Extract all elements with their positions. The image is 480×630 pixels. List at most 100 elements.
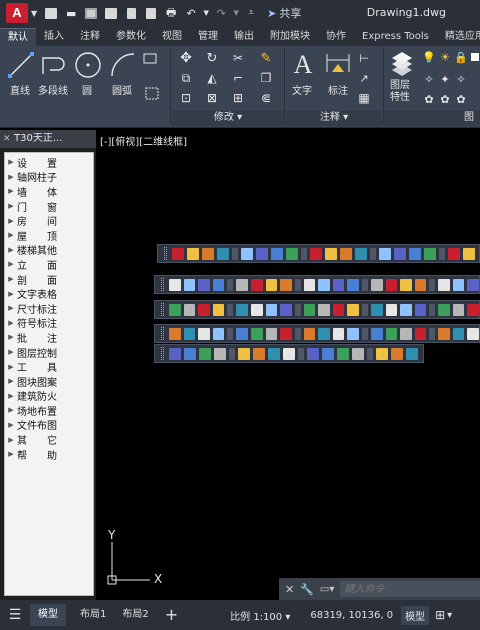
toolbar-tool-icon[interactable]	[400, 303, 412, 316]
modify-panel-bar[interactable]: 修改 ▾	[172, 110, 284, 126]
palette-menu-item[interactable]: ▶ 工 具	[5, 359, 93, 375]
layer-isolate-icon[interactable]: ✧	[422, 72, 436, 86]
toolbar-tool-icon[interactable]	[283, 347, 295, 360]
offset-icon[interactable]: ⋐	[258, 90, 274, 106]
layer-match-icon[interactable]: ✦	[438, 72, 452, 86]
dimension-tool-icon[interactable]	[324, 50, 352, 80]
toolbar-tool-icon[interactable]	[236, 327, 248, 340]
toolbar-tool-icon[interactable]	[362, 327, 368, 340]
toolbar-tool-icon[interactable]	[214, 347, 226, 360]
toolbar-tool-icon[interactable]	[241, 247, 253, 260]
copy-icon[interactable]: ⧉	[178, 70, 194, 86]
toolbar-tool-icon[interactable]	[183, 327, 196, 340]
toolbar-tool-icon[interactable]	[424, 247, 436, 260]
move-icon[interactable]: ✥	[178, 50, 194, 66]
toolbar-tool-icon[interactable]	[184, 347, 196, 360]
tab-model[interactable]: 模型	[30, 604, 66, 626]
palette-menu-item[interactable]: ▶ 图层控制	[5, 345, 93, 360]
toolbar-tool-icon[interactable]	[183, 278, 196, 291]
erase-icon[interactable]: ✎	[258, 50, 274, 66]
toolbar-tool-icon[interactable]	[227, 278, 234, 291]
toolbar-tool-icon[interactable]	[325, 247, 337, 260]
palette-menu-item[interactable]: ▶ 楼梯其他	[5, 243, 93, 258]
customize-wrench-icon[interactable]: 🔧	[300, 583, 314, 596]
palette-close-icon[interactable]: ✕	[3, 130, 11, 148]
toolbar-tool-icon[interactable]	[352, 347, 364, 360]
toolbar-tool-icon[interactable]	[183, 303, 196, 316]
tab-output[interactable]: 输出	[226, 28, 262, 46]
toolbar-tool-icon[interactable]	[347, 327, 360, 340]
toolbar-tool-icon[interactable]	[280, 327, 292, 340]
toolbar-tool-icon[interactable]	[448, 247, 460, 260]
undo-icon[interactable]: ↶	[183, 6, 199, 20]
toolbar-tool-icon[interactable]	[362, 303, 368, 316]
toolbar-tool-icon[interactable]	[212, 327, 225, 340]
toolbar-tool-icon[interactable]	[340, 247, 352, 260]
layer-lock-icon[interactable]: 🔒	[454, 50, 468, 64]
floating-toolbar-1[interactable]	[157, 244, 480, 263]
polyline-tool-icon[interactable]	[40, 50, 70, 80]
toolbar-tool-icon[interactable]	[265, 327, 278, 340]
tab-featured-apps[interactable]: 精选应用	[437, 28, 480, 46]
table-icon[interactable]: ▦	[356, 90, 372, 106]
redo-icon[interactable]: ↷	[213, 6, 229, 20]
toolbar-tool-icon[interactable]	[250, 278, 263, 291]
palette-menu-item[interactable]: ▶ 建筑防火	[5, 389, 93, 404]
palette-menu-item[interactable]: ▶ 文件布图	[5, 418, 93, 433]
palette-menu-item[interactable]: ▶ 屋 顶	[5, 228, 93, 243]
toolbar-tool-icon[interactable]	[301, 247, 307, 260]
palette-menu-item[interactable]: ▶ 符号标注	[5, 316, 93, 331]
tab-layout2[interactable]: 布局2	[114, 604, 156, 626]
toolbar-tool-icon[interactable]	[310, 247, 322, 260]
share-button[interactable]: ➤ 共享	[267, 5, 301, 21]
layer-merge-icon[interactable]: ✿	[454, 92, 468, 106]
toolbar-tool-icon[interactable]	[318, 278, 330, 291]
toolbar-grip[interactable]	[164, 247, 167, 260]
toolbar-tool-icon[interactable]	[332, 278, 345, 291]
text-tool-icon[interactable]: A	[290, 50, 316, 80]
toolbar-tool-icon[interactable]	[199, 347, 211, 360]
toolbar-tool-icon[interactable]	[303, 278, 316, 291]
palette-menu-item[interactable]: ▶ 文字表格	[5, 286, 93, 302]
toolbar-tool-icon[interactable]	[238, 347, 250, 360]
stretch-icon[interactable]: ⊡	[178, 90, 194, 106]
palette-menu-item[interactable]: ▶ 墙 体	[5, 184, 93, 199]
toolbar-tool-icon[interactable]	[463, 247, 475, 260]
toolbar-tool-icon[interactable]	[429, 327, 436, 340]
toolbar-tool-icon[interactable]	[250, 327, 263, 340]
toolbar-tool-icon[interactable]	[414, 327, 427, 340]
palette-menu-item[interactable]: ▶ 批 注	[5, 330, 93, 345]
toolbar-tool-icon[interactable]	[379, 247, 391, 260]
toolbar-tool-icon[interactable]	[400, 278, 412, 291]
rotate-icon[interactable]: ↻	[204, 50, 220, 66]
trim-icon[interactable]: ✂	[230, 50, 246, 66]
toolbar-grip[interactable]	[161, 347, 164, 360]
publish-icon[interactable]	[143, 6, 159, 20]
toolbar-tool-icon[interactable]	[467, 303, 480, 316]
scale-icon[interactable]: ⊠	[204, 90, 220, 106]
palette-menu-item[interactable]: ▶ 轴网柱子	[5, 170, 93, 185]
toolbar-tool-icon[interactable]	[355, 247, 367, 260]
palette-menu-item[interactable]: ▶ 剖 面	[5, 272, 93, 287]
toolbar-tool-icon[interactable]	[409, 247, 421, 260]
toolbar-tool-icon[interactable]	[406, 347, 418, 360]
floating-toolbar-4[interactable]	[154, 324, 480, 343]
toolbar-tool-icon[interactable]	[169, 347, 181, 360]
toolbar-tool-icon[interactable]	[271, 247, 283, 260]
palette-menu-item[interactable]: ▶ 其 它	[5, 432, 93, 448]
toolbar-tool-icon[interactable]	[439, 247, 445, 260]
tab-view[interactable]: 视图	[154, 28, 190, 46]
floating-toolbar-2[interactable]	[154, 275, 480, 294]
layer-previous-icon[interactable]: ✧	[454, 72, 468, 86]
dimension-tool-label[interactable]: 标注	[328, 82, 348, 97]
add-layout-button[interactable]: +	[157, 604, 186, 626]
tab-default[interactable]: 默认	[0, 28, 36, 46]
toolbar-tool-icon[interactable]	[265, 278, 278, 291]
layer-properties-icon[interactable]	[388, 50, 416, 78]
toolbar-tool-icon[interactable]	[337, 347, 349, 360]
toolbar-tool-icon[interactable]	[400, 327, 412, 340]
toolbar-tool-icon[interactable]	[298, 347, 304, 360]
toolbar-tool-icon[interactable]	[438, 303, 450, 316]
arc-tool-icon[interactable]	[108, 50, 138, 80]
toolbar-tool-icon[interactable]	[370, 247, 376, 260]
